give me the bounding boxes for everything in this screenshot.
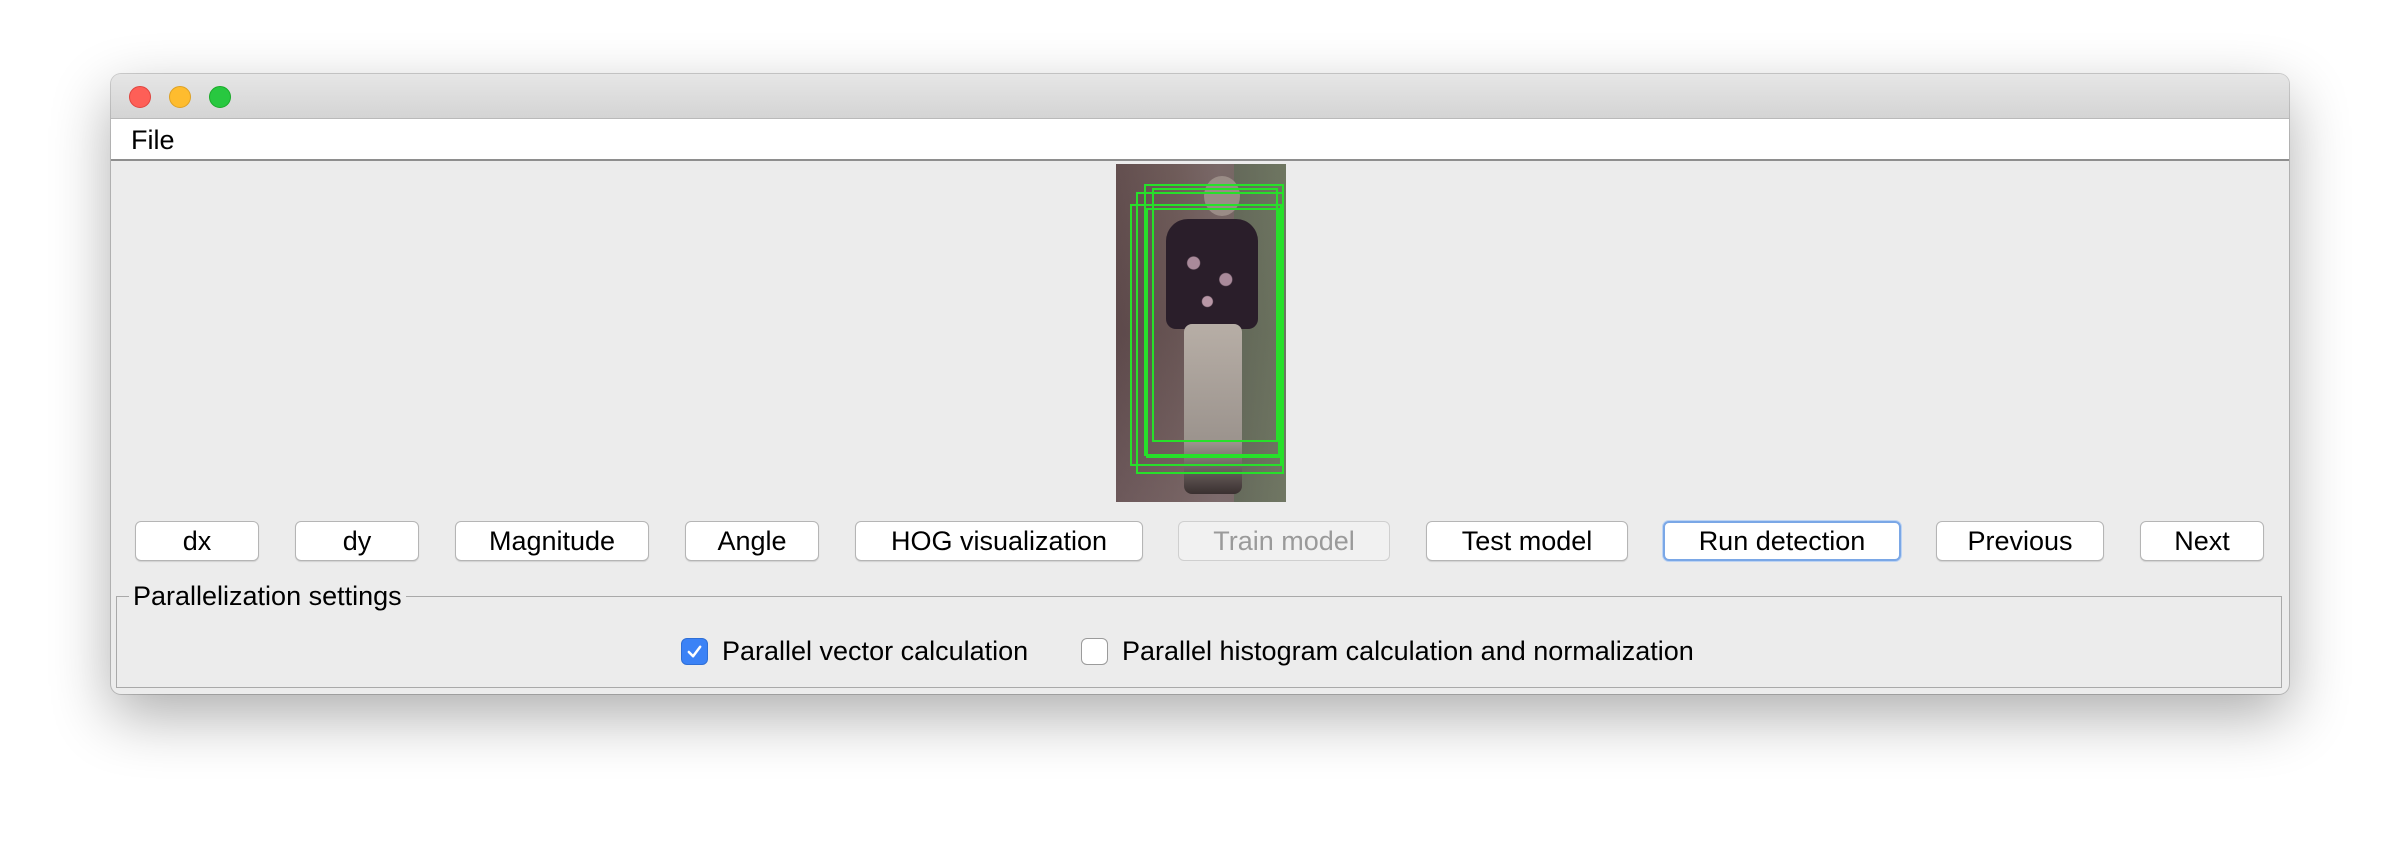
- zoom-window-button[interactable]: [209, 86, 231, 108]
- hog-visualization-button[interactable]: HOG visualization: [855, 521, 1143, 561]
- parallel-vector-option[interactable]: Parallel vector calculation: [681, 636, 1028, 667]
- close-window-button[interactable]: [129, 86, 151, 108]
- app-window: File dx dy Magnitude Angle HOG visualiza…: [111, 74, 2289, 694]
- next-button[interactable]: Next: [2140, 521, 2264, 561]
- angle-button[interactable]: Angle: [685, 521, 819, 561]
- detection-image: [1116, 164, 1286, 502]
- minimize-window-button[interactable]: [169, 86, 191, 108]
- test-model-button[interactable]: Test model: [1426, 521, 1628, 561]
- menu-bar: File: [111, 119, 2289, 161]
- parallel-vector-label: Parallel vector calculation: [722, 636, 1029, 666]
- dx-button[interactable]: dx: [135, 521, 259, 561]
- run-detection-button[interactable]: Run detection: [1663, 521, 1901, 561]
- menu-file[interactable]: File: [131, 125, 175, 156]
- parallel-histogram-checkbox[interactable]: [1081, 638, 1108, 665]
- parallelization-settings-title: Parallelization settings: [129, 581, 406, 612]
- parallel-histogram-option[interactable]: Parallel histogram calculation and norma…: [1081, 636, 1694, 667]
- previous-button[interactable]: Previous: [1936, 521, 2104, 561]
- dy-button[interactable]: dy: [295, 521, 419, 561]
- parallelization-settings-group: Parallelization settings Parallel vector…: [116, 581, 2282, 688]
- parallel-histogram-label: Parallel histogram calculation and norma…: [1122, 636, 1694, 666]
- detection-box: [1152, 188, 1278, 442]
- title-bar[interactable]: [111, 74, 2289, 119]
- checkmark-icon: [687, 645, 702, 658]
- parallel-vector-checkbox[interactable]: [681, 638, 708, 665]
- magnitude-button[interactable]: Magnitude: [455, 521, 649, 561]
- train-model-button: Train model: [1178, 521, 1390, 561]
